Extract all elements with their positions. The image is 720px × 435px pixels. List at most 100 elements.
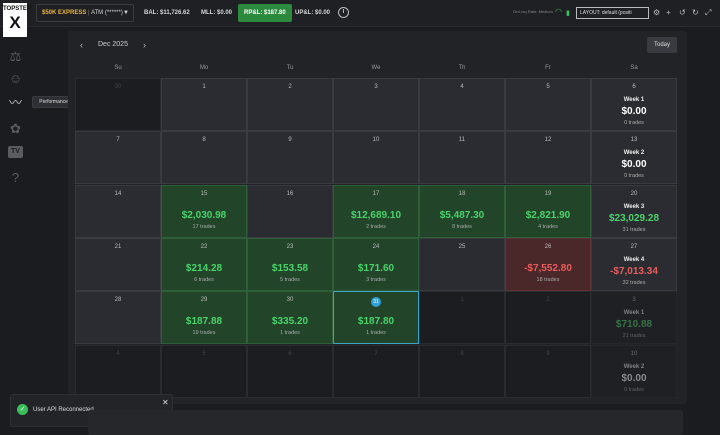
day-pnl: $335.20 [271, 316, 309, 328]
day-cell[interactable]: 12 [505, 131, 591, 185]
undo-icon[interactable]: ↺ [679, 8, 686, 17]
day-cell[interactable]: 28 [75, 291, 161, 345]
trade-count: 8 trades [452, 223, 472, 230]
today-button[interactable]: Today [647, 37, 677, 53]
week-summary-cell[interactable]: 10 Week 2 $0.00 0 trades [591, 344, 677, 398]
day-number: 9 [288, 137, 292, 144]
day-cell[interactable]: 3 [333, 78, 419, 131]
day-cell[interactable]: 9 [247, 131, 333, 185]
day-pnl: $2,030.98 [181, 209, 227, 221]
gear-icon[interactable]: ✿ [7, 120, 24, 137]
prev-month-button[interactable]: ‹ [80, 40, 83, 50]
day-cell[interactable]: 11 [419, 131, 505, 185]
day-cell[interactable]: 8 [161, 131, 247, 185]
day-cell[interactable]: 21 [75, 237, 161, 291]
week-summary-cell[interactable]: 6 Week 1 $0.00 0 trades [591, 78, 677, 131]
trade-count: 19 trades [192, 330, 216, 337]
day-cell[interactable]: 4 [75, 344, 161, 398]
day-cell[interactable]: 1 [161, 78, 247, 131]
redo-icon[interactable]: ↻ [692, 8, 699, 17]
chart-candles-icon[interactable]: ⚖ [7, 48, 24, 65]
week-pnl: $0.00 [621, 106, 647, 117]
account-selector[interactable]: $50K EXPRESS | ATM (******) ▼ [36, 4, 134, 22]
trade-count: 4 trades [538, 223, 558, 230]
day-number: 4 [460, 84, 464, 90]
week-label: Week 1 [623, 97, 645, 103]
calendar-grid: 30 1 2 3 4 5 6 Week 1 $0.00 0 trades 7 8 9 10 11 12 13 We… [75, 78, 678, 398]
day-number: 22 [200, 243, 208, 250]
day-cell[interactable]: 10 [333, 131, 419, 185]
day-number: 30 [286, 297, 294, 304]
day-cell[interactable]: 14 [75, 184, 161, 238]
day-cell[interactable]: 2 [505, 291, 591, 345]
tv-icon[interactable]: TV [8, 146, 23, 158]
day-cell[interactable]: 29 $187.88 19 trades [161, 291, 247, 345]
day-cell[interactable]: 24 $171.60 3 trades [333, 237, 419, 291]
day-pnl: $214.28 [185, 262, 223, 274]
weekday-header: We [371, 65, 381, 71]
week-label: Week 2 [623, 150, 645, 157]
settings-icon[interactable]: ⚙ [653, 8, 660, 17]
day-cell[interactable]: 16 [247, 184, 333, 238]
day-cell[interactable]: 30 [75, 78, 161, 131]
day-number: 26 [544, 243, 552, 250]
day-cell[interactable]: 1 [419, 291, 505, 345]
mll-stat: MLL: $0.00 [201, 10, 233, 16]
expand-icon[interactable]: ⤢ [705, 8, 711, 18]
week-summary-cell[interactable]: 13 Week 2 $0.00 0 trades [591, 131, 677, 185]
day-number: 29 [200, 297, 208, 304]
day-cell[interactable]: 7 [333, 344, 419, 398]
trade-count: 18 trades [536, 276, 560, 283]
day-number: 21 [114, 243, 122, 250]
day-number: 13 [630, 137, 638, 144]
day-cell[interactable]: 8 [419, 344, 505, 398]
day-number: 2 [546, 297, 550, 304]
day-cell[interactable]: 17 $12,689.10 2 trades [333, 184, 419, 238]
day-cell[interactable]: 9 [505, 344, 591, 398]
check-icon: ✓ [17, 404, 28, 415]
day-cell[interactable]: 30 $335.20 1 trades [247, 291, 333, 345]
trade-count: 1 trades [280, 330, 300, 337]
performance-stats-icon[interactable]: 〰 [7, 94, 24, 111]
day-cell[interactable]: 15 $2,030.98 17 trades [161, 184, 247, 238]
day-number: 9 [546, 350, 550, 357]
day-cell[interactable]: 23 $153.58 5 trades [247, 237, 333, 291]
day-cell[interactable]: 4 [419, 78, 505, 131]
day-number: 23 [286, 243, 294, 250]
day-cell[interactable]: 2 [247, 78, 333, 131]
layout-selector[interactable]: LAYOUT: default (positi [576, 7, 649, 19]
day-pnl: $153.58 [271, 262, 309, 274]
day-cell[interactable]: 22 $214.28 6 trades [161, 237, 247, 291]
week-pnl: -$7,013.34 [610, 265, 658, 277]
day-cell[interactable]: 19 $2,821.90 4 trades [505, 184, 591, 238]
week-label: Week 4 [623, 256, 645, 263]
rate-info: Ord-req Rate: Medium [513, 9, 553, 14]
help-icon[interactable]: ? [7, 169, 24, 186]
next-month-button[interactable]: › [143, 40, 146, 50]
rpl-stat[interactable]: RP&L: $187.80 [238, 4, 292, 22]
day-cell[interactable]: 18 $5,487.30 8 trades [419, 184, 505, 238]
day-cell[interactable]: 5 [161, 344, 247, 398]
day-cell[interactable]: 31 $187.80 1 trades [333, 291, 419, 345]
day-number: 20 [630, 190, 638, 197]
add-icon[interactable]: + [666, 8, 671, 17]
day-cell[interactable]: 6 [247, 344, 333, 398]
clock-icon[interactable] [338, 7, 349, 18]
day-cell[interactable]: 25 [419, 237, 505, 291]
upl-stat: UP&L: $0.00 [295, 10, 331, 16]
bottom-panel [88, 410, 683, 435]
toast-message: User API Reconnected [33, 407, 94, 413]
day-number: 3 [374, 84, 378, 90]
close-icon[interactable]: ✕ [162, 398, 169, 407]
day-cell[interactable]: 26 -$7,552.80 18 trades [505, 237, 591, 291]
day-cell[interactable]: 5 [505, 78, 591, 131]
week-pnl: $0.00 [621, 372, 647, 384]
week-summary-cell[interactable]: 20 Week 3 $23,029.28 31 trades [591, 184, 677, 238]
users-icon[interactable]: ☺ [7, 70, 24, 87]
trade-count: 6 trades [194, 276, 214, 283]
day-number: 5 [546, 84, 550, 90]
week-summary-cell[interactable]: 3 Week 1 $710.88 21 trades [591, 291, 677, 345]
day-cell[interactable]: 7 [75, 131, 161, 185]
trade-count: 3 trades [366, 276, 386, 283]
week-summary-cell[interactable]: 27 Week 4 -$7,013.34 32 trades [591, 237, 677, 291]
